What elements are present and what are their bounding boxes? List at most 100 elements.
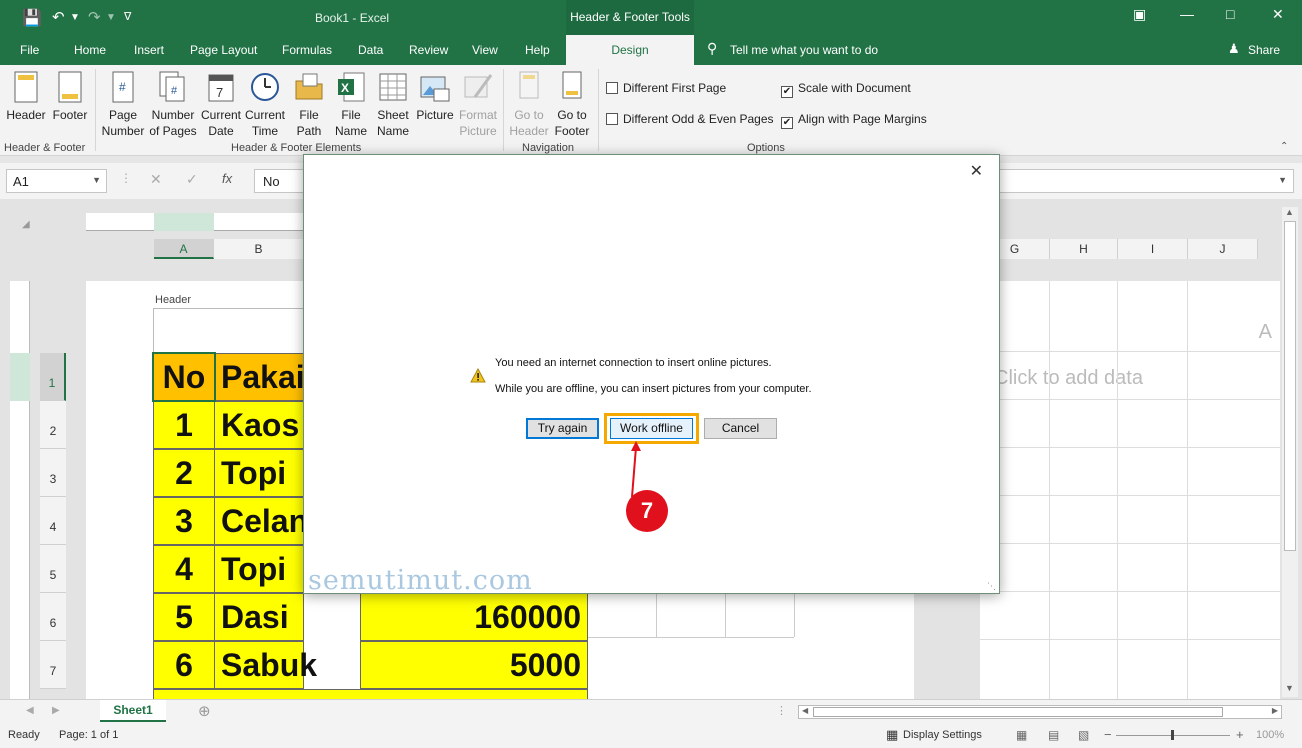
insert-function-icon[interactable]: fx [222, 171, 232, 186]
tab-page-layout[interactable]: Page Layout [190, 43, 257, 57]
table-cell-name[interactable]: Kaos [214, 401, 304, 449]
sheet-tab-sheet1[interactable]: Sheet1 [100, 700, 166, 722]
column-header-a[interactable]: A [154, 239, 214, 259]
table-cell-no[interactable]: 4 [153, 545, 215, 593]
zoom-out-icon[interactable]: − [1104, 727, 1112, 742]
scrollbar-thumb[interactable] [813, 707, 1223, 717]
different-odd-even-checkbox[interactable]: Different Odd & Even Pages [606, 112, 774, 126]
save-icon[interactable]: 💾 [22, 8, 42, 28]
align-with-margins-checkbox[interactable]: ✔ Align with Page Margins [781, 112, 927, 129]
share-button[interactable]: Share [1248, 43, 1280, 57]
minimize-icon[interactable]: — [1180, 6, 1194, 22]
zoom-in-icon[interactable]: + [1236, 727, 1244, 742]
table-cell-no[interactable]: 2 [153, 449, 215, 497]
table-cell-no[interactable]: 5 [153, 593, 215, 641]
expand-formula-icon[interactable]: ▼ [1278, 175, 1287, 185]
scrollbar-thumb[interactable] [1284, 221, 1296, 551]
table-cell-price[interactable]: 5000 [360, 641, 588, 689]
select-all-corner[interactable]: ◢ [22, 219, 30, 230]
file-path-button[interactable]: File Path [290, 71, 328, 139]
tab-home[interactable]: Home [74, 43, 106, 57]
current-date-button[interactable]: 7 Current Date [200, 71, 242, 139]
different-first-page-checkbox[interactable]: Different First Page [606, 81, 726, 95]
click-to-add-data[interactable]: Click to add data [994, 367, 1143, 390]
table-cell-price[interactable]: 160000 [360, 593, 588, 641]
tab-view[interactable]: View [472, 43, 498, 57]
header-button[interactable]: Header [6, 71, 46, 123]
header-input-box[interactable] [153, 308, 313, 352]
page-layout-view-icon[interactable]: ▤ [1048, 728, 1059, 742]
page-number-button[interactable]: # Page Number [100, 71, 146, 139]
tab-data[interactable]: Data [358, 43, 383, 57]
column-header-j[interactable]: J [1188, 239, 1258, 259]
undo-dropdown-icon[interactable]: ▼ [70, 12, 80, 23]
table-cell-name[interactable]: Celan [214, 497, 308, 545]
row-header-6[interactable]: 6 [40, 593, 66, 641]
try-again-button[interactable]: Try again [526, 418, 599, 439]
zoom-slider-thumb[interactable] [1171, 730, 1174, 740]
format-picture-button[interactable]: Format Picture [456, 71, 500, 139]
cancel-entry-icon[interactable]: ✕ [150, 171, 162, 188]
row-header-2[interactable]: 2 [40, 401, 66, 449]
table-cell-name[interactable]: Dasi [214, 593, 304, 641]
scroll-right-icon[interactable]: ▶ [1272, 706, 1278, 715]
resize-grip-icon[interactable]: ⋱ [987, 581, 996, 592]
row-header-7[interactable]: 7 [40, 641, 66, 689]
undo-icon[interactable]: ↶ [52, 8, 65, 26]
redo-icon[interactable]: ↷ [88, 8, 101, 26]
table-cell-name[interactable]: Sabuk [214, 641, 317, 689]
row-header-4[interactable]: 4 [40, 497, 66, 545]
go-to-header-button[interactable]: Go to Header [508, 71, 550, 139]
scroll-left-icon[interactable]: ◀ [802, 706, 808, 715]
scroll-tabs-left-icon[interactable]: ◀ [26, 705, 34, 716]
sheet-name-button[interactable]: Sheet Name [374, 71, 412, 139]
picture-button[interactable]: Picture [414, 71, 456, 123]
number-of-pages-button[interactable]: # Number of Pages [148, 71, 198, 139]
column-header-b[interactable]: B [214, 239, 304, 259]
cancel-button[interactable]: Cancel [704, 418, 777, 439]
footer-button[interactable]: Footer [50, 71, 90, 123]
customize-qat-icon[interactable]: ∇ [124, 10, 131, 23]
current-time-button[interactable]: Current Time [244, 71, 286, 139]
collapse-ribbon-icon[interactable]: ⌃ [1280, 141, 1288, 152]
redo-dropdown-icon[interactable]: ▼ [106, 12, 116, 23]
tab-insert[interactable]: Insert [134, 43, 164, 57]
horizontal-scrollbar[interactable]: ◀ ▶ [798, 705, 1282, 719]
table-cell-name[interactable]: Topi [214, 545, 304, 593]
tab-help[interactable]: Help [525, 43, 550, 57]
row-header-5[interactable]: 5 [40, 545, 66, 593]
table-cell-no[interactable]: 6 [153, 641, 215, 689]
restore-icon[interactable]: □ [1226, 6, 1234, 22]
go-to-footer-button[interactable]: Go to Footer [551, 71, 593, 139]
display-settings-button[interactable]: Display Settings [903, 729, 982, 741]
scroll-down-icon[interactable]: ▼ [1285, 683, 1294, 693]
column-header-h[interactable]: H [1050, 239, 1118, 259]
enter-icon[interactable]: ✓ [186, 171, 198, 188]
ribbon-display-options-icon[interactable]: ▣ [1133, 6, 1146, 23]
row-header-3[interactable]: 3 [40, 449, 66, 497]
table-cell-no[interactable]: 3 [153, 497, 215, 545]
scroll-up-icon[interactable]: ▲ [1285, 207, 1294, 217]
close-icon[interactable]: ✕ [970, 161, 983, 181]
table-cell-name[interactable]: Pakai [214, 353, 305, 401]
tell-me-box[interactable]: Tell me what you want to do [730, 43, 878, 57]
file-name-button[interactable]: X File Name [332, 71, 370, 139]
table-cell-no[interactable]: 1 [153, 401, 215, 449]
new-sheet-icon[interactable]: ⊕ [198, 702, 211, 720]
normal-view-icon[interactable]: ▦ [1016, 728, 1027, 742]
row-header-1[interactable]: 1 [40, 353, 66, 401]
page-break-view-icon[interactable]: ▧ [1078, 728, 1089, 742]
tab-review[interactable]: Review [409, 43, 448, 57]
zoom-level[interactable]: 100% [1256, 729, 1284, 741]
vertical-scrollbar[interactable]: ▲ ▼ [1282, 207, 1298, 697]
tab-formulas[interactable]: Formulas [282, 43, 332, 57]
table-cell-name[interactable]: Topi [214, 449, 304, 497]
tab-design[interactable]: Design [566, 35, 694, 66]
scale-with-document-checkbox[interactable]: ✔ Scale with Document [781, 81, 911, 98]
scroll-tabs-right-icon[interactable]: ▶ [52, 705, 60, 716]
tab-file[interactable]: File [20, 43, 39, 57]
work-offline-button[interactable]: Work offline [610, 418, 693, 439]
name-box[interactable]: A1 ▼ [6, 169, 107, 193]
column-header-i[interactable]: I [1118, 239, 1188, 259]
close-window-icon[interactable]: ✕ [1272, 6, 1284, 23]
